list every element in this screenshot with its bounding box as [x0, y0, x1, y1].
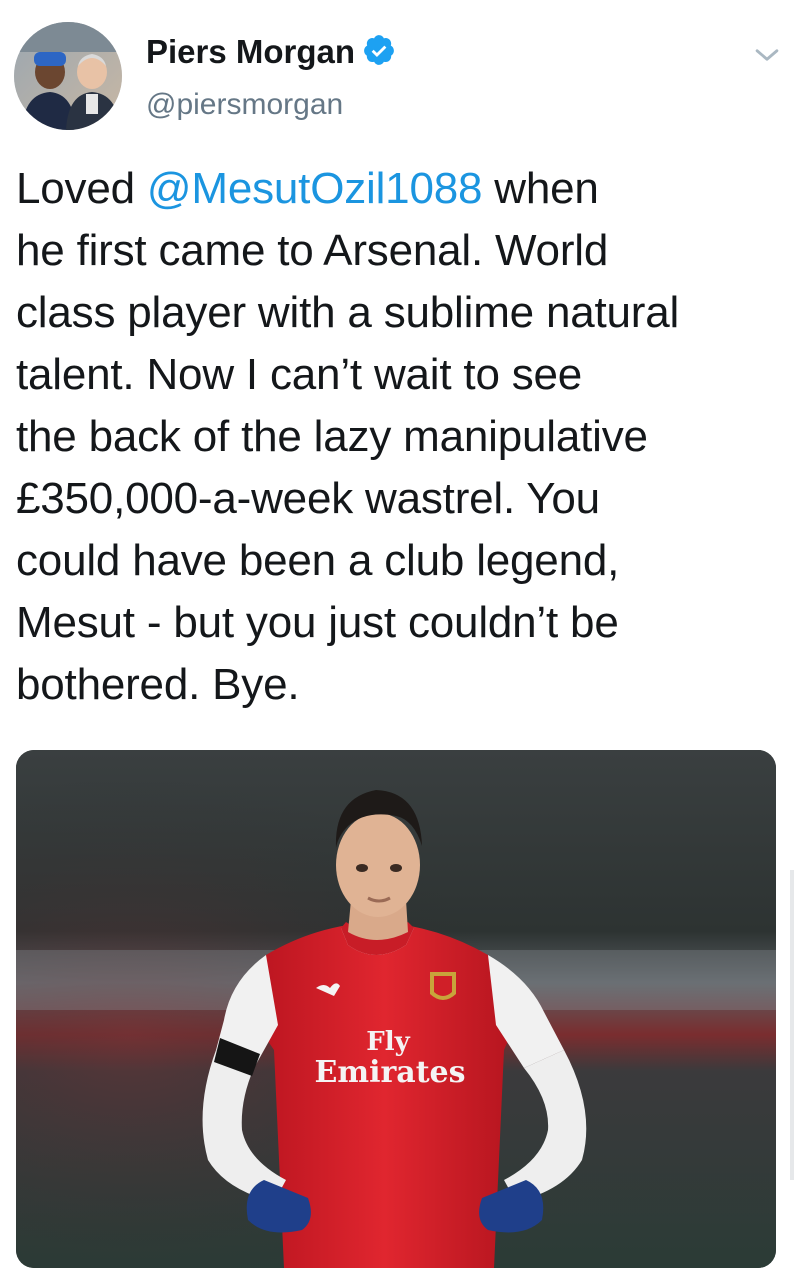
tweet-line: talent. Now I can’t wait to see [16, 350, 583, 399]
verified-badge-icon [364, 35, 394, 65]
tweet-line: Loved @MesutOzil1088 when [16, 158, 786, 220]
chevron-down-icon[interactable] [750, 38, 784, 72]
profile-photo-icon [14, 22, 122, 130]
tweet-line: £350,000-a-week wastrel. You [16, 474, 600, 523]
tweet-line: he first came to Arsenal. World [16, 226, 609, 275]
tweet-line: bothered. Bye. [16, 660, 300, 709]
tweet-line: the back of the lazy manipulative [16, 412, 648, 461]
user-handle[interactable]: @piersmorgan [146, 86, 343, 124]
tweet-media-photo[interactable]: Fly Emirates [16, 750, 776, 1268]
tweet-text: Loved @MesutOzil1088 when he first came … [16, 158, 786, 716]
shirt-sponsor-line1: Fly [366, 1027, 410, 1057]
player-photo: Fly Emirates [16, 750, 776, 1268]
tweet-text-segment: Loved [16, 164, 147, 213]
tweet-card: Piers Morgan @piersmorgan Loved @MesutOz… [0, 0, 794, 1280]
shirt-sponsor-line2: Emirates [314, 1055, 465, 1090]
mention-link[interactable]: @MesutOzil1088 [147, 164, 483, 213]
tweet-line: Mesut - but you just couldn’t be [16, 598, 619, 647]
tweet-line: class player with a sublime natural [16, 288, 680, 337]
tweet-text-segment: when [482, 164, 599, 213]
display-name[interactable]: Piers Morgan [146, 32, 355, 72]
avatar[interactable] [14, 22, 122, 130]
scrollbar[interactable] [790, 870, 794, 1180]
tweet-line: could have been a club legend, [16, 536, 620, 585]
